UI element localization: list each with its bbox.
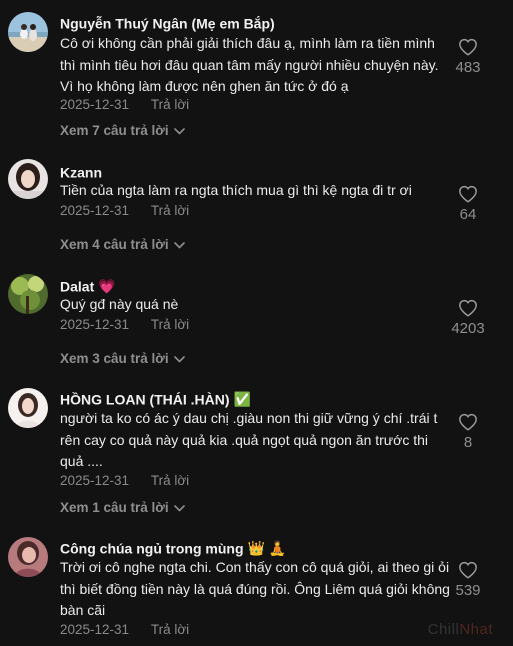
like-count: 8	[463, 434, 473, 451]
username-text: Kzann	[60, 164, 102, 181]
heart-outline-icon[interactable]	[458, 38, 478, 56]
comment-date: 2025-12-31	[60, 622, 130, 637]
view-replies-button[interactable]: Xem 3 câu trả lời	[60, 350, 185, 368]
like-group: 8	[443, 413, 493, 453]
heart-outline-icon[interactable]	[458, 561, 478, 579]
avatar[interactable]	[8, 274, 48, 314]
chevron-down-icon	[173, 122, 185, 140]
reply-button[interactable]: Trả lời	[151, 622, 189, 637]
crown-emoji-icon: 👑 🧘	[247, 540, 287, 557]
like-count: 539	[455, 582, 481, 599]
comment-username[interactable]: Công chúa ngủ trong mùng 👑 🧘	[60, 538, 286, 557]
comment-text: Trời ơi cô nghe ngta chi. Con thấy con c…	[60, 559, 450, 618]
like-group: 539	[443, 561, 493, 601]
username-text: Công chúa ngủ trong mùng	[60, 540, 244, 557]
avatar[interactable]	[8, 388, 48, 428]
check-emoji-icon: ✅	[233, 391, 251, 408]
comment-username[interactable]: HỒNG LOAN (THÁI .HÀN) ✅	[60, 389, 251, 408]
comment-item: HỒNG LOAN (THÁI .HÀN) ✅ người ta ko có ác…	[0, 378, 513, 528]
username-text: Dalat	[60, 278, 95, 295]
like-group: 4203	[443, 299, 493, 339]
heart-outline-icon[interactable]	[458, 413, 478, 431]
comment-meta: 2025-12-31 Trả lời	[60, 621, 189, 639]
heart-outline-icon[interactable]	[458, 185, 478, 203]
view-replies-label: Xem 3 câu trả lời	[60, 351, 169, 366]
comment-item: Dalat 💗 Quý gđ này quá nè 2025-12-31 Trả …	[0, 264, 513, 378]
comment-username[interactable]: Dalat 💗	[60, 276, 116, 295]
comment-date: 2025-12-31	[60, 203, 130, 218]
comment-date: 2025-12-31	[60, 317, 130, 332]
reply-button[interactable]: Trả lời	[151, 317, 189, 332]
like-group: 64	[443, 185, 493, 225]
chevron-down-icon	[173, 499, 185, 517]
like-count: 64	[459, 206, 477, 223]
like-group: 483	[443, 38, 493, 78]
username-text: Nguyễn Thuý Ngân (Mẹ em Bắp)	[60, 15, 275, 32]
comment-meta: 2025-12-31 Trả lời	[60, 472, 189, 490]
comment-text: Quý gđ này quá nè	[60, 296, 179, 312]
comment-meta: 2025-12-31 Trả lời	[60, 202, 189, 220]
heart-outline-icon[interactable]	[458, 299, 478, 317]
username-text: HỒNG LOAN (THÁI .HÀN)	[60, 391, 230, 408]
watermark-part-1: Chill	[427, 621, 460, 638]
comment-meta: 2025-12-31 Trả lời	[60, 316, 189, 334]
comment-text: Tiền của ngta làm ra ngta thích mua gì t…	[60, 182, 412, 198]
view-replies-label: Xem 4 câu trả lời	[60, 237, 169, 252]
chevron-down-icon	[173, 236, 185, 254]
view-replies-button[interactable]: Xem 4 câu trả lời	[60, 236, 185, 254]
reply-button[interactable]: Trả lời	[151, 203, 189, 218]
heart-emoji-icon: 💗	[98, 278, 116, 295]
avatar[interactable]	[8, 12, 48, 52]
comment-text: Cô ơi không cần phải giải thích đâu ạ, m…	[60, 35, 439, 94]
like-count: 4203	[451, 320, 485, 337]
watermark: ChillNhat	[428, 621, 493, 638]
comment-meta: 2025-12-31 Trả lời	[60, 96, 189, 114]
avatar[interactable]	[8, 159, 48, 199]
view-replies-label: Xem 7 câu trả lời	[60, 123, 169, 138]
comment-item: Nguyễn Thuý Ngân (Mẹ em Bắp) Cô ơi không…	[0, 0, 513, 150]
view-replies-label: Xem 1 câu trả lời	[60, 500, 169, 515]
chevron-down-icon	[173, 350, 185, 368]
reply-button[interactable]: Trả lời	[151, 473, 189, 488]
view-replies-button[interactable]: Xem 1 câu trả lời	[60, 499, 185, 517]
watermark-part-2: Nhat	[459, 621, 493, 638]
comment-text: người ta ko có ác ý dau chị .giàu non th…	[60, 410, 438, 469]
comment-item: Kzann Tiền của ngta làm ra ngta thích mu…	[0, 150, 513, 264]
comment-username[interactable]: Nguyễn Thuý Ngân (Mẹ em Bắp)	[60, 13, 275, 32]
view-replies-button[interactable]: Xem 7 câu trả lời	[60, 122, 185, 140]
comment-date: 2025-12-31	[60, 473, 130, 488]
avatar[interactable]	[8, 537, 48, 577]
reply-button[interactable]: Trả lời	[151, 97, 189, 112]
comment-date: 2025-12-31	[60, 97, 130, 112]
like-count: 483	[455, 59, 481, 76]
comment-username[interactable]: Kzann	[60, 162, 102, 181]
